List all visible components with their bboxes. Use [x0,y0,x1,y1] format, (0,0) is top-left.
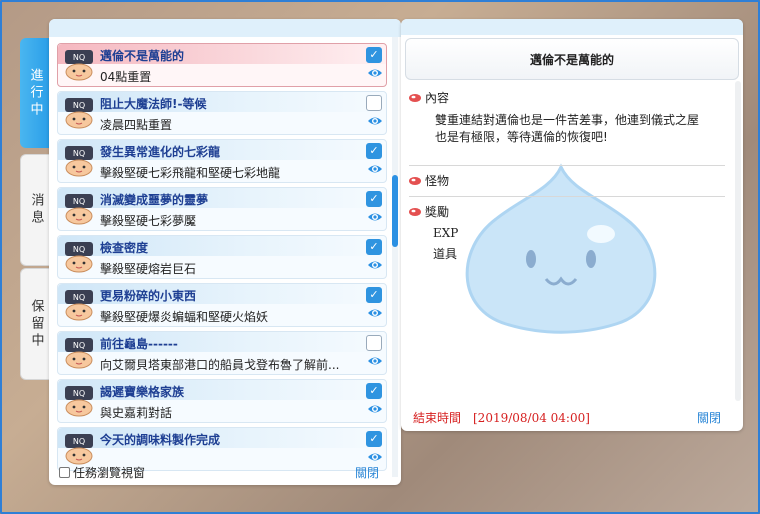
quest-detail-panel: 邁倫不是萬能的 內容 雙重連結對邁倫也是一件苦差事，他連到儀式之屋 也是有極限，… [401,19,743,431]
quest-desc: 04點重置 [100,70,152,84]
browse-window-toggle[interactable]: 任務瀏覽視窗 [59,464,145,481]
npc-portrait-icon: NQ [65,338,93,369]
quest-track-checkbox[interactable] [366,335,382,351]
tab-messages[interactable]: 消息 [20,154,51,266]
npc-portrait-icon: NQ [65,386,93,417]
svg-text:NQ: NQ [73,341,85,350]
list-close-button[interactable]: 關閉 [355,464,379,481]
svg-text:NQ: NQ [73,53,85,62]
reward-label: 獎勵 [425,205,450,219]
quest-title: 更易粉碎的小東西 [100,289,197,303]
quest-track-checkbox[interactable]: ✓ [366,383,382,399]
svg-text:NQ: NQ [73,197,85,206]
content-line-1: 雙重連結對邁倫也是一件苦差事，他連到儀式之屋 [435,113,700,127]
quest-track-checkbox[interactable]: ✓ [366,191,382,207]
quest-item[interactable]: NQ 前往龜島------ 向艾爾貝塔東部港口的船員戈登布魯了解前... [57,331,387,375]
poring-watermark-icon [465,163,657,334]
quest-desc: 擊殺堅硬熔岩巨石 [100,262,197,276]
quest-title: 發生異常進化的七彩龍 [100,145,221,159]
quest-desc: 擊殺堅硬七彩飛龍和堅硬七彩地龍 [100,166,281,180]
end-time: 結束時間 [2019/08/04 04:00] [413,411,590,425]
detail-close-button[interactable]: 關閉 [697,409,721,426]
quest-desc: 擊殺堅硬七彩夢魘 [100,214,197,228]
content-text: 雙重連結對邁倫也是一件苦差事，他連到儀式之屋 也是有極限，等待邁倫的恢復吧! [435,112,699,146]
section-bullet-icon [409,176,421,185]
svg-text:NQ: NQ [73,389,85,398]
tab-in-progress[interactable]: 進行中 [20,38,50,148]
browse-window-label: 任務瀏覽視窗 [73,466,146,480]
quest-item[interactable]: NQ 檢查密度 擊殺堅硬熔岩巨石 ✓ [57,235,387,279]
npc-portrait-icon: NQ [65,242,93,273]
tab-on-hold[interactable]: 保留中 [20,268,51,380]
svg-text:NQ: NQ [73,245,85,254]
quest-list-header [49,19,401,37]
content-line-2: 也是有極限，等待邁倫的恢復吧! [435,130,608,144]
npc-portrait-icon: NQ [65,290,93,321]
quest-desc: 向艾爾貝塔東部港口的船員戈登布魯了解前... [100,358,340,372]
quest-item[interactable]: NQ 邁倫不是萬能的 04點重置 ✓ [57,43,387,87]
quest-title: 檢查密度 [100,241,149,255]
svg-text:NQ: NQ [73,293,85,302]
eye-icon[interactable] [367,211,383,223]
eye-icon[interactable] [367,115,383,127]
quest-track-checkbox[interactable]: ✓ [366,239,382,255]
content-divider [409,165,725,166]
quest-title: 阻止大魔法師!-等候 [100,97,207,111]
section-bullet-icon [409,93,421,102]
eye-icon[interactable] [367,163,383,175]
monster-label: 怪物 [425,174,450,188]
eye-icon[interactable] [367,67,383,79]
npc-portrait-icon: NQ [65,194,93,225]
quest-desc: 擊殺堅硬爆炎蝙蝠和堅硬火焰妖 [100,310,269,324]
svg-text:NQ: NQ [73,149,85,158]
quest-title: 謁遲寶樂格家族 [100,385,185,399]
quest-track-checkbox[interactable] [366,95,382,111]
quest-track-checkbox[interactable]: ✓ [366,431,382,447]
quest-item[interactable]: NQ 消滅變成噩夢的靈夢 擊殺堅硬七彩夢魘 ✓ [57,187,387,231]
eye-icon[interactable] [367,403,383,415]
quest-title: 前往龜島------ [100,337,178,351]
quest-item[interactable]: NQ 發生異常進化的七彩龍 擊殺堅硬七彩飛龍和堅硬七彩地龍 ✓ [57,139,387,183]
detail-title: 邁倫不是萬能的 [405,38,739,80]
svg-text:NQ: NQ [73,437,85,446]
npc-portrait-icon: NQ [65,50,93,81]
detail-header-strip [401,19,743,35]
eye-icon[interactable] [367,355,383,367]
monster-section-header: 怪物 [409,172,449,189]
quest-track-checkbox[interactable]: ✓ [366,47,382,63]
section-bullet-icon [409,207,421,216]
quest-desc: 與史嘉莉對話 [100,406,173,420]
quest-item[interactable]: NQ 更易粉碎的小東西 擊殺堅硬爆炎蝙蝠和堅硬火焰妖 ✓ [57,283,387,327]
eye-icon[interactable] [367,259,383,271]
quest-list-panel: NQ 邁倫不是萬能的 04點重置 ✓ NQ 阻止大魔法師!-等候 凌晨四點重置 [49,19,401,485]
npc-portrait-icon: NQ [65,98,93,129]
npc-portrait-icon: NQ [65,146,93,177]
quest-list-scrollbar-track[interactable] [392,37,398,477]
content-section-header: 內容 [409,89,449,106]
monster-divider [409,196,725,197]
reward-section-header: 獎勵 [409,203,449,220]
quest-track-checkbox[interactable]: ✓ [366,287,382,303]
reward-exp: EXP [433,226,459,240]
eye-icon[interactable] [367,307,383,319]
quest-list-scrollbar-thumb[interactable] [392,175,398,247]
npc-portrait-icon: NQ [65,434,93,465]
svg-text:NQ: NQ [73,101,85,110]
detail-scrollbar[interactable] [735,81,741,401]
content-label: 內容 [425,91,450,105]
browse-window-checkbox[interactable] [59,467,70,478]
quest-title: 邁倫不是萬能的 [100,49,185,63]
reward-item: 道具 [433,247,458,261]
quest-item[interactable]: NQ 謁遲寶樂格家族 與史嘉莉對話 ✓ [57,379,387,423]
eye-icon[interactable] [367,451,383,463]
quest-desc: 凌晨四點重置 [100,118,173,132]
quest-title: 今天的調味料製作完成 [100,433,221,447]
quest-title: 消滅變成噩夢的靈夢 [100,193,209,207]
quest-item[interactable]: NQ 阻止大魔法師!-等候 凌晨四點重置 [57,91,387,135]
quest-window: 進行中 消息 保留中 NQ 邁倫不是萬能的 04點重置 ✓ NQ 阻止大魔法師!… [0,0,760,514]
quest-list: NQ 邁倫不是萬能的 04點重置 ✓ NQ 阻止大魔法師!-等候 凌晨四點重置 [57,43,387,475]
quest-track-checkbox[interactable]: ✓ [366,143,382,159]
